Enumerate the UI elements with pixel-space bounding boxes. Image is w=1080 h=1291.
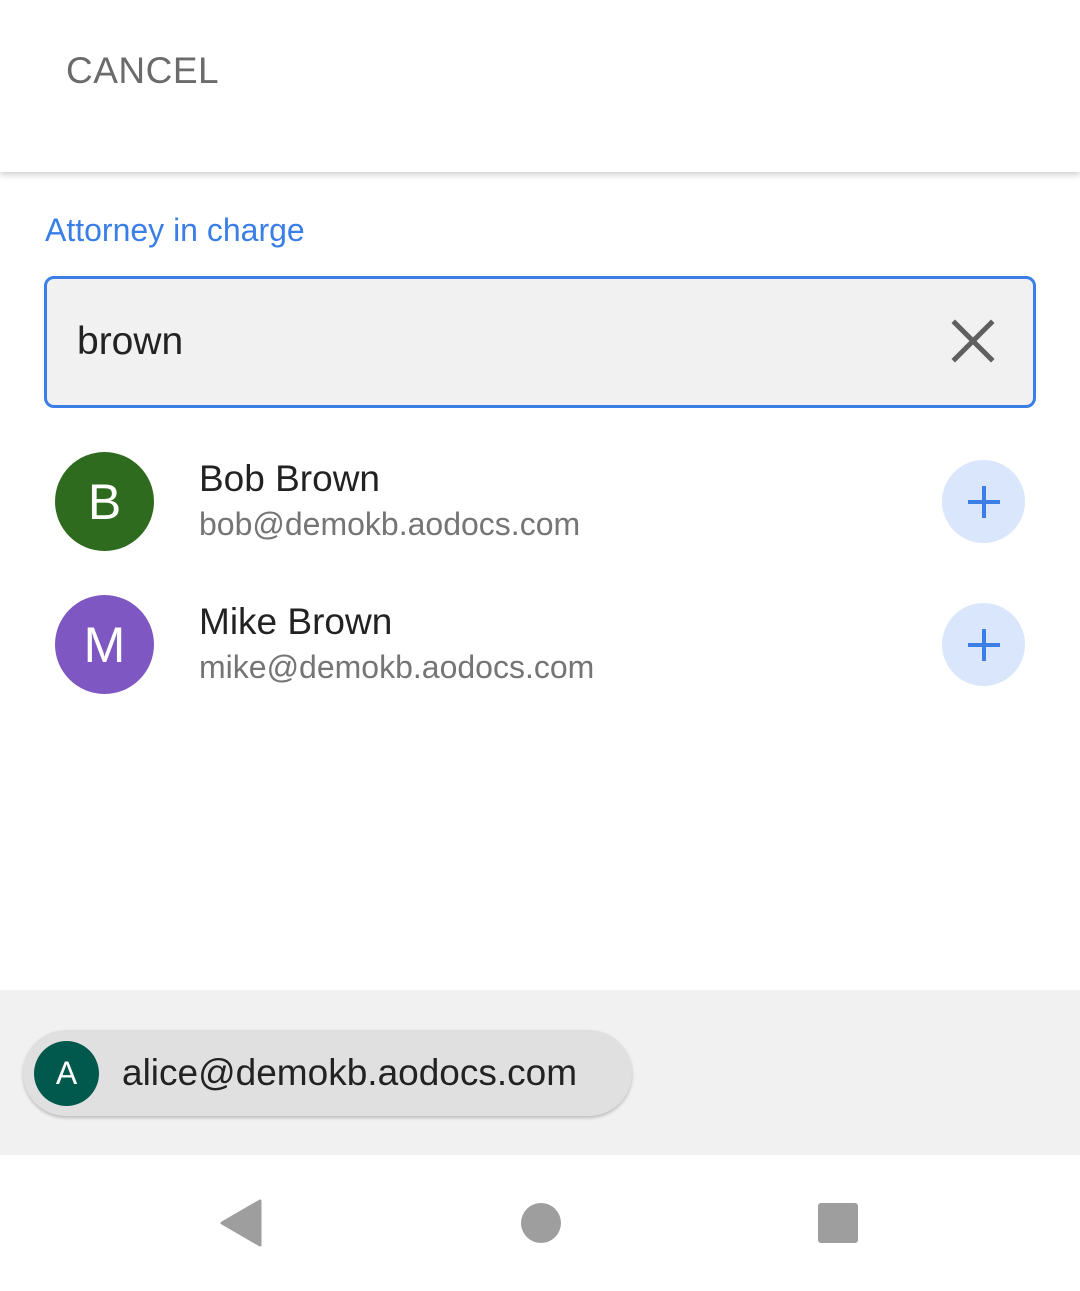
top-app-bar: CANCEL (0, 0, 1080, 172)
chip-avatar: A (34, 1041, 99, 1106)
chip-label: alice@demokb.aodocs.com (122, 1052, 578, 1093)
system-nav-bar (0, 1155, 1080, 1291)
nav-recents-icon (818, 1203, 858, 1243)
result-email: bob@demokb.aodocs.com (199, 506, 581, 542)
plus-icon (967, 485, 1000, 518)
nav-recents-button[interactable] (808, 1193, 868, 1253)
search-field[interactable] (44, 276, 1036, 408)
nav-back-icon (220, 1199, 262, 1247)
result-item[interactable]: B Bob Brown bob@demokb.aodocs.com (0, 432, 1080, 572)
result-item[interactable]: M Mike Brown mike@demokb.aodocs.com (0, 575, 1080, 715)
result-name: Bob Brown (199, 458, 380, 499)
nav-home-button[interactable] (511, 1193, 571, 1253)
plus-icon (967, 628, 1000, 661)
add-user-button[interactable] (942, 460, 1025, 543)
field-label: Attorney in charge (45, 212, 305, 248)
search-input[interactable] (77, 279, 897, 405)
result-name: Mike Brown (199, 601, 393, 642)
nav-home-icon (521, 1203, 561, 1243)
user-picker-screen: CANCEL Attorney in charge B Bob Brown bo… (0, 0, 1080, 1291)
cancel-button[interactable]: CANCEL (44, 36, 241, 106)
selected-user-chip[interactable]: A alice@demokb.aodocs.com (23, 1030, 632, 1116)
result-email: mike@demokb.aodocs.com (199, 649, 595, 685)
selected-users-area: A alice@demokb.aodocs.com (0, 990, 1080, 1155)
clear-search-button[interactable] (941, 309, 1005, 373)
add-user-button[interactable] (942, 603, 1025, 686)
close-icon (951, 319, 995, 363)
nav-back-button[interactable] (212, 1193, 272, 1253)
avatar: M (55, 595, 154, 694)
avatar: B (55, 452, 154, 551)
